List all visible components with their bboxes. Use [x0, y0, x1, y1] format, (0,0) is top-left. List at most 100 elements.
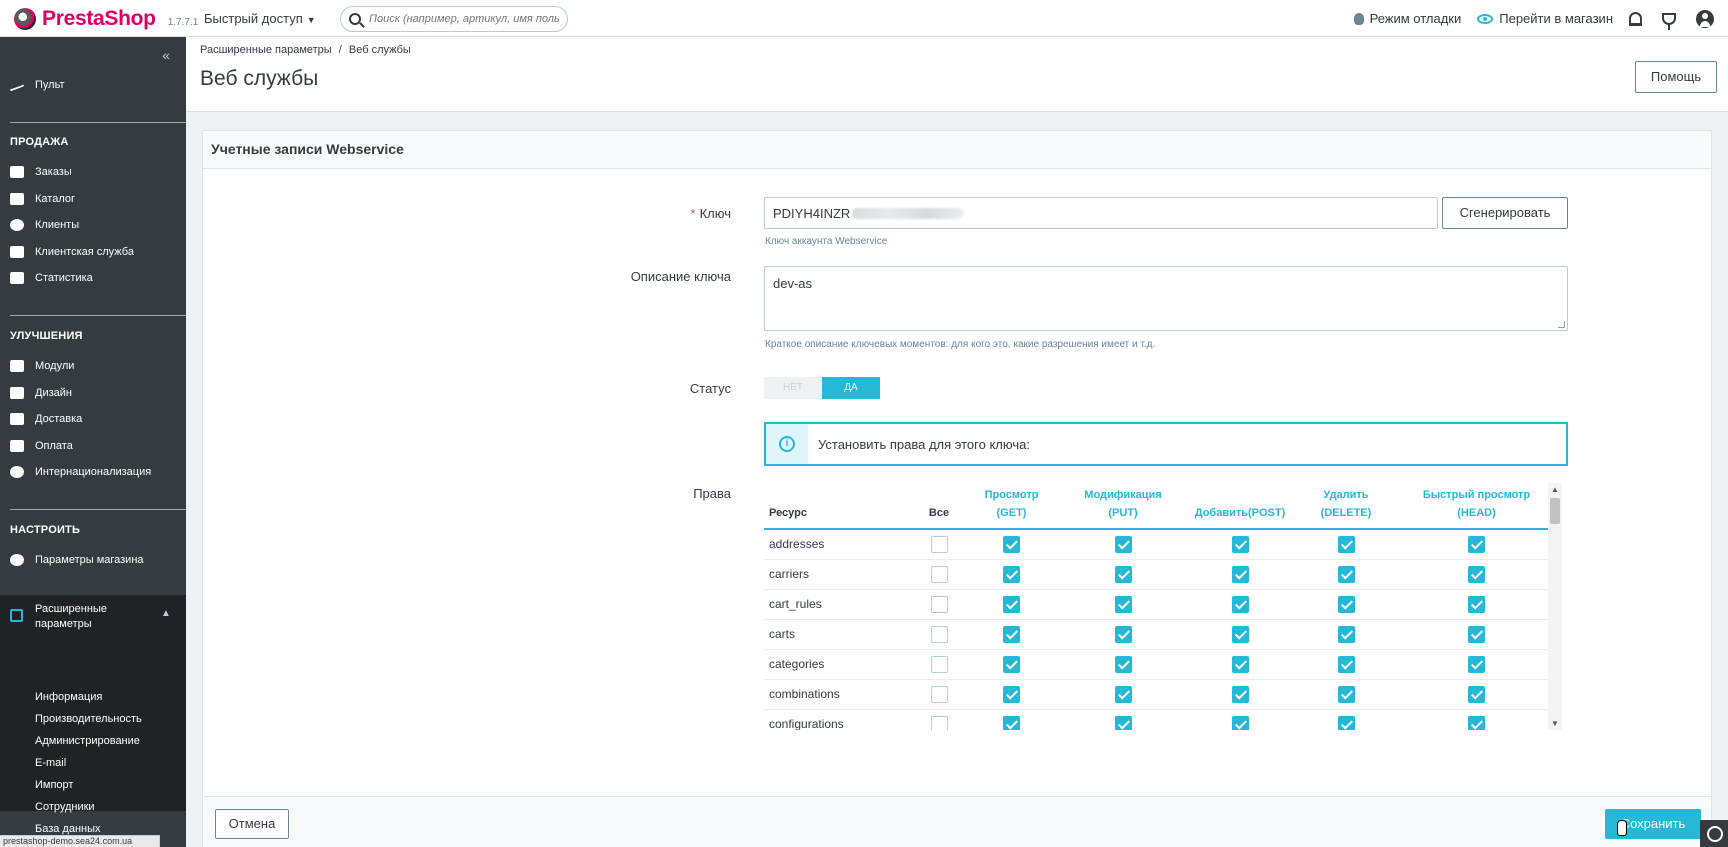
key-input[interactable]: PDIYH4INZR	[764, 197, 1438, 229]
sidebar-subitem-info[interactable]: Информация	[35, 691, 102, 703]
column-header-put[interactable]: Модификация (PUT)	[1059, 483, 1187, 530]
notifications-bell-icon[interactable]	[1629, 11, 1642, 26]
permission-checkbox-put[interactable]	[1114, 715, 1132, 730]
permission-cell-get	[964, 649, 1059, 680]
permission-checkbox-delete[interactable]	[1337, 535, 1355, 553]
permission-checkbox-post[interactable]	[1231, 565, 1249, 583]
permission-checkbox-all[interactable]	[930, 715, 948, 730]
column-header-post[interactable]: Добавить(POST)	[1187, 483, 1293, 530]
permission-checkbox-put[interactable]	[1114, 595, 1132, 613]
resize-grip-icon[interactable]	[1558, 321, 1565, 328]
sidebar-item-design[interactable]: Дизайн	[0, 382, 186, 404]
sidebar-item-orders[interactable]: Заказы	[0, 161, 186, 183]
help-button[interactable]: Помощь	[1635, 61, 1717, 93]
generate-key-button[interactable]: Сгенерировать	[1442, 197, 1568, 229]
permission-checkbox-delete[interactable]	[1337, 715, 1355, 730]
scroll-down-arrow-icon[interactable]: ▼	[1551, 719, 1559, 728]
sidebar-item-customer-service[interactable]: Клиентская служба	[0, 241, 186, 263]
scroll-up-arrow-icon[interactable]: ▲	[1551, 485, 1559, 494]
permission-checkbox-head[interactable]	[1468, 625, 1485, 643]
permission-checkbox-get[interactable]	[1003, 655, 1020, 673]
sidebar-item-modules[interactable]: Модули	[0, 355, 186, 377]
permission-checkbox-all[interactable]	[930, 535, 948, 553]
permission-checkbox-delete[interactable]	[1337, 565, 1355, 583]
permission-checkbox-post[interactable]	[1231, 715, 1249, 730]
sidebar-subitem-database[interactable]: База данных	[35, 823, 101, 835]
permission-checkbox-all[interactable]	[930, 625, 948, 643]
status-bar-url: prestashop-demo.sea24.com.ua	[0, 835, 160, 847]
permission-checkbox-post[interactable]	[1231, 655, 1249, 673]
sidebar-subitem-import[interactable]: Импорт	[35, 779, 73, 791]
sidebar-item-shipping[interactable]: Доставка	[0, 408, 186, 430]
permission-checkbox-get[interactable]	[1003, 625, 1020, 643]
scroll-thumb[interactable]	[1550, 498, 1560, 524]
permission-checkbox-head[interactable]	[1468, 535, 1485, 553]
cancel-button[interactable]: Отмена	[215, 809, 289, 839]
status-switch[interactable]: НЕТ ДА	[764, 377, 880, 399]
permission-checkbox-head[interactable]	[1468, 655, 1485, 673]
sidebar-item-international[interactable]: Интернационализация	[0, 461, 186, 483]
permission-checkbox-put[interactable]	[1114, 685, 1132, 703]
permission-checkbox-delete[interactable]	[1337, 685, 1355, 703]
permission-checkbox-post[interactable]	[1231, 535, 1249, 553]
permission-checkbox-get[interactable]	[1003, 595, 1020, 613]
brand-name: PrestaShop	[42, 7, 156, 30]
sidebar-subitem-employees[interactable]: Сотрудники	[35, 801, 95, 813]
permission-checkbox-all[interactable]	[930, 655, 948, 673]
trophy-icon[interactable]	[1662, 12, 1676, 30]
description-textarea[interactable]: dev-as	[764, 266, 1568, 331]
permission-checkbox-delete[interactable]	[1337, 625, 1355, 643]
quick-access-dropdown[interactable]: Быстрый доступ ▼	[204, 11, 316, 26]
sidebar-item-stats[interactable]: Статистика	[0, 267, 186, 289]
table-scrollbar[interactable]: ▲ ▼	[1548, 483, 1562, 730]
sidebar-item-payment[interactable]: Оплата	[0, 435, 186, 457]
sidebar-item-advanced-params[interactable]: Расширенные параметры ▲	[10, 602, 186, 632]
sidebar-item-customers[interactable]: Клиенты	[0, 214, 186, 236]
sidebar-item-dashboard[interactable]: Пульт	[0, 74, 186, 96]
permission-checkbox-post[interactable]	[1231, 625, 1249, 643]
permission-checkbox-all[interactable]	[930, 565, 948, 583]
sidebar-item-label: Параметры магазина	[35, 554, 144, 566]
sidebar-subitem-email[interactable]: E-mail	[35, 757, 66, 769]
breadcrumb-parent[interactable]: Расширенные параметры	[200, 44, 332, 56]
permission-checkbox-get[interactable]	[1003, 685, 1020, 703]
column-header-get[interactable]: Просмотр (GET)	[964, 483, 1059, 530]
permission-cell-delete	[1293, 619, 1399, 650]
permission-checkbox-delete[interactable]	[1337, 595, 1355, 613]
user-account-icon[interactable]	[1696, 9, 1714, 28]
permissions-table-wrap[interactable]: Ресурс Все Просмотр (GET) Модификация (PUT…	[764, 483, 1570, 730]
permission-checkbox-put[interactable]	[1114, 565, 1132, 583]
prestashop-logo[interactable]: PrestaShop 1.7.7.1	[14, 7, 198, 31]
search-input[interactable]	[369, 13, 559, 25]
sidebar-subitem-performance[interactable]: Производительность	[35, 713, 142, 725]
sidebar-subitem-administration[interactable]: Администрирование	[35, 735, 140, 747]
permission-checkbox-delete[interactable]	[1337, 655, 1355, 673]
sidebar-item-catalog[interactable]: Каталог	[0, 188, 186, 210]
permission-checkbox-post[interactable]	[1231, 595, 1249, 613]
permission-checkbox-get[interactable]	[1003, 715, 1020, 730]
permission-checkbox-get[interactable]	[1003, 535, 1020, 553]
column-header-delete[interactable]: Удалить (DELETE)	[1293, 483, 1399, 530]
status-no-option[interactable]: НЕТ	[764, 377, 822, 399]
permission-cell-all	[914, 529, 964, 560]
permission-checkbox-post[interactable]	[1231, 685, 1249, 703]
permission-checkbox-head[interactable]	[1468, 565, 1485, 583]
permission-checkbox-put[interactable]	[1114, 655, 1132, 673]
permission-checkbox-head[interactable]	[1468, 595, 1485, 613]
permission-checkbox-head[interactable]	[1468, 715, 1485, 730]
debug-mode-link[interactable]: Режим отладки	[1353, 11, 1461, 26]
permission-checkbox-get[interactable]	[1003, 565, 1020, 583]
column-header-all[interactable]: Все	[914, 483, 964, 530]
permission-checkbox-all[interactable]	[930, 685, 948, 703]
column-header-head[interactable]: Быстрый просмотр (HEAD)	[1399, 483, 1554, 530]
sidebar-item-shop-params[interactable]: Параметры магазина	[0, 549, 186, 571]
search-box[interactable]	[340, 6, 568, 32]
symfony-debug-icon[interactable]	[1700, 820, 1728, 847]
collapse-sidebar-icon[interactable]: «	[162, 47, 170, 63]
go-to-shop-link[interactable]: Перейти в магазин	[1477, 11, 1613, 26]
status-yes-option[interactable]: ДА	[822, 377, 880, 399]
permission-checkbox-all[interactable]	[930, 595, 948, 613]
permission-checkbox-put[interactable]	[1114, 625, 1132, 643]
permission-checkbox-head[interactable]	[1468, 685, 1485, 703]
permission-checkbox-put[interactable]	[1114, 535, 1132, 553]
